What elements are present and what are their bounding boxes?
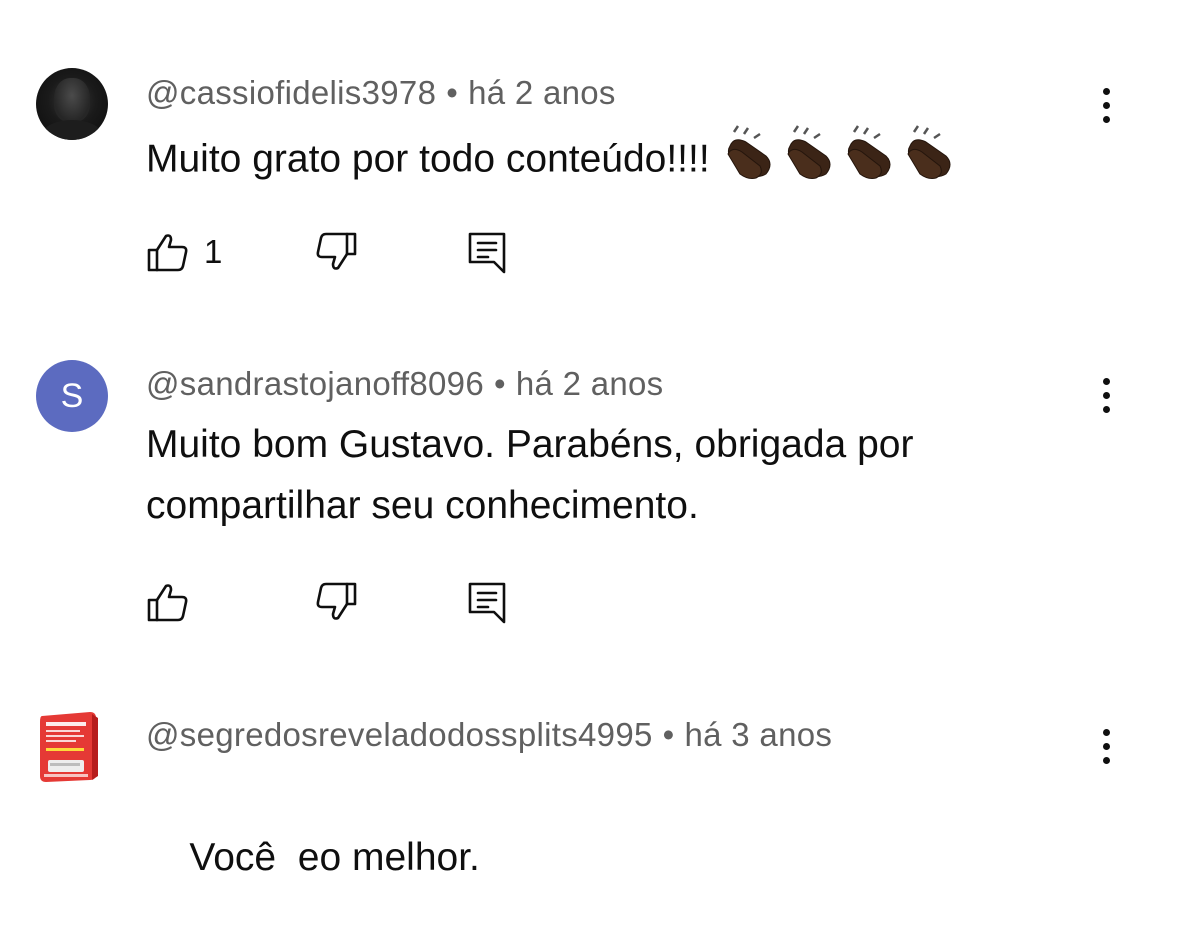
more-options-button[interactable] <box>1092 727 1120 771</box>
comment-header: @sandrastojanoff8096 • há 2 anos <box>146 365 663 403</box>
avatar[interactable] <box>36 68 108 140</box>
more-dot <box>1103 743 1110 750</box>
comment-body: Você eo melhor. <box>189 836 480 879</box>
comment-header: @cassiofidelis3978 • há 2 anos <box>146 74 616 112</box>
author-name[interactable]: @segredosreveladodossplits4995 <box>146 716 653 753</box>
thumb-down-icon[interactable] <box>314 230 358 274</box>
author-name[interactable]: @sandrastojanoff8096 <box>146 365 484 402</box>
more-dot <box>1103 392 1110 399</box>
more-options-button[interactable] <box>1092 86 1120 130</box>
like-count: 1 <box>204 233 223 270</box>
avatar[interactable] <box>36 708 108 784</box>
timestamp[interactable]: há 3 anos <box>685 716 833 753</box>
more-dot <box>1103 88 1110 95</box>
avatar-shoulders <box>42 120 102 140</box>
thumb-up-icon[interactable] <box>146 580 190 624</box>
clap-emoji-4 <box>907 125 951 179</box>
avatar[interactable]: S <box>36 360 108 432</box>
comment-text: Muito bom Gustavo. Parabéns, obrigada po… <box>146 414 913 536</box>
comment-body: Muito grato por todo conteúdo!!!! <box>146 137 710 181</box>
comment-text: Muito grato por todo conteúdo!!!! <box>146 124 952 198</box>
reply-icon[interactable] <box>466 230 510 274</box>
clap-emoji-1 <box>727 125 771 179</box>
more-dot <box>1103 102 1110 109</box>
reply-icon[interactable] <box>466 580 510 624</box>
more-dot <box>1103 757 1110 764</box>
more-dot <box>1103 729 1110 736</box>
comment-text: Você eo melhor. <box>146 766 480 949</box>
clap-emoji-3 <box>847 125 891 179</box>
ebook-cover-icon <box>40 712 98 782</box>
avatar-face <box>54 78 90 122</box>
thumb-down-icon[interactable] <box>314 580 358 624</box>
thumb-up-icon[interactable] <box>146 230 190 274</box>
meta-separator: • <box>662 716 675 753</box>
meta-separator: • <box>493 365 506 402</box>
meta-separator: • <box>446 74 459 111</box>
more-dot <box>1103 116 1110 123</box>
avatar-initial: S <box>60 377 84 415</box>
timestamp[interactable]: há 2 anos <box>516 365 664 402</box>
more-dot <box>1103 406 1110 413</box>
more-options-button[interactable] <box>1092 376 1120 420</box>
more-dot <box>1103 378 1110 385</box>
clapping-hands-icon <box>720 124 952 198</box>
clap-emoji-2 <box>787 125 831 179</box>
author-name[interactable]: @cassiofidelis3978 <box>146 74 436 111</box>
comment-header: @segredosreveladodossplits4995 • há 3 anos <box>146 716 832 754</box>
timestamp[interactable]: há 2 anos <box>468 74 616 111</box>
comment-text-line: compartilhar seu conhecimento. <box>146 484 699 527</box>
comment-text-line: Muito bom Gustavo. Parabéns, obrigada po… <box>146 423 914 466</box>
